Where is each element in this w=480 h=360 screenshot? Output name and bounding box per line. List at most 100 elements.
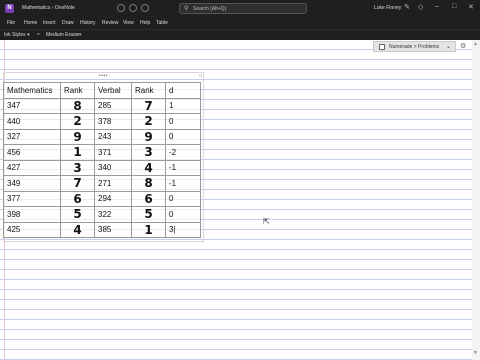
ink-styles-button[interactable]: Ink Styles ▾ <box>4 32 30 38</box>
cell-rank-verbal-handwritten[interactable]: 7 <box>131 97 166 114</box>
window-title: Mathematics › OneNote <box>22 5 75 11</box>
scroll-up-icon[interactable]: ▲ <box>473 41 478 47</box>
ribbon-tabs: File Home Insert Draw History Review Vie… <box>0 17 480 29</box>
table-header-row: Mathematics Rank Verbal Rank d <box>3 82 201 99</box>
numerade-checkbox[interactable] <box>379 44 385 50</box>
table-row: 377 6 294 6 0 <box>3 190 201 207</box>
search-placeholder: Search (Alt+Q) <box>193 6 227 12</box>
cell-verbal[interactable]: 385 <box>94 221 132 238</box>
tab-history[interactable]: History <box>80 20 96 26</box>
restore-icon[interactable]: □ <box>452 3 456 10</box>
cell-rank-math-handwritten[interactable]: 6 <box>60 190 95 207</box>
cell-rank-verbal-handwritten[interactable]: 9 <box>131 128 166 145</box>
header-mathematics[interactable]: Mathematics <box>3 82 61 99</box>
cell-math[interactable]: 398 <box>3 206 61 223</box>
cell-math[interactable]: 425 <box>3 221 61 238</box>
table-row: 427 3 340 4 -1 <box>3 159 201 176</box>
cell-d[interactable]: 3| <box>165 221 201 238</box>
numerade-panel[interactable]: Numerade > Problems ⌄ <box>373 41 456 52</box>
cell-verbal[interactable]: 243 <box>94 128 132 145</box>
cell-d[interactable]: 0 <box>165 206 201 223</box>
cell-math[interactable]: 440 <box>3 113 61 130</box>
rank-table[interactable]: Mathematics Rank Verbal Rank d 347 8 285… <box>3 82 201 238</box>
close-icon[interactable]: ✕ <box>468 3 474 11</box>
tab-review[interactable]: Review <box>102 20 118 26</box>
cell-rank-math-handwritten[interactable]: 9 <box>60 128 95 145</box>
minimize-icon[interactable]: – <box>435 3 439 10</box>
cell-d[interactable]: -2 <box>165 144 201 161</box>
tab-home[interactable]: Home <box>24 20 37 26</box>
table-row: 398 5 322 5 0 <box>3 206 201 223</box>
tab-insert[interactable]: Insert <box>43 20 56 26</box>
cell-math[interactable]: 327 <box>3 128 61 145</box>
header-d[interactable]: d <box>165 82 201 99</box>
eraser-icon[interactable]: ▫ <box>37 31 39 38</box>
cell-verbal[interactable]: 294 <box>94 190 132 207</box>
cell-verbal[interactable]: 322 <box>94 206 132 223</box>
search-icon: ⚲ <box>184 6 189 12</box>
cell-d[interactable]: 1 <box>165 97 201 114</box>
bell-icon[interactable]: ◇ <box>418 3 423 11</box>
cell-rank-math-handwritten[interactable]: 4 <box>60 221 95 238</box>
cell-rank-verbal-handwritten[interactable]: 6 <box>131 190 166 207</box>
cell-math[interactable]: 377 <box>3 190 61 207</box>
cell-math[interactable]: 349 <box>3 175 61 192</box>
cell-rank-verbal-handwritten[interactable]: 1 <box>131 221 166 238</box>
header-verbal[interactable]: Verbal <box>94 82 132 99</box>
cell-rank-math-handwritten[interactable]: 8 <box>60 97 95 114</box>
cell-verbal[interactable]: 285 <box>94 97 132 114</box>
onenote-app-icon: N <box>5 4 14 13</box>
table-row: 456 1 371 3 -2 <box>3 144 201 161</box>
cell-rank-verbal-handwritten[interactable]: 2 <box>131 113 166 130</box>
title-bar: N Mathematics › OneNote ⚲ Search (Alt+Q)… <box>0 0 480 17</box>
table-row: 327 9 243 9 0 <box>3 128 201 145</box>
numerade-label: Numerade > Problems <box>389 44 440 50</box>
tab-table[interactable]: Table <box>156 20 168 26</box>
cell-math[interactable]: 427 <box>3 159 61 176</box>
header-rank-math[interactable]: Rank <box>60 82 95 99</box>
back-icon[interactable] <box>117 4 125 12</box>
cell-rank-math-handwritten[interactable]: 1 <box>60 144 95 161</box>
expand-arrows-icon[interactable]: ‹› <box>199 73 202 79</box>
tab-help[interactable]: Help <box>140 20 150 26</box>
tab-draw[interactable]: Draw <box>62 20 74 26</box>
cell-rank-verbal-handwritten[interactable]: 8 <box>131 175 166 192</box>
undo-icon[interactable] <box>129 4 137 12</box>
scroll-down-icon[interactable]: ▼ <box>473 350 478 356</box>
cell-math[interactable]: 456 <box>3 144 61 161</box>
cell-d[interactable]: 0 <box>165 113 201 130</box>
cell-rank-verbal-handwritten[interactable]: 4 <box>131 159 166 176</box>
vertical-scrollbar[interactable] <box>472 40 480 360</box>
redo-icon[interactable] <box>141 4 149 12</box>
tab-file[interactable]: File <box>7 20 15 26</box>
cell-rank-verbal-handwritten[interactable]: 5 <box>131 206 166 223</box>
cell-rank-verbal-handwritten[interactable]: 3 <box>131 144 166 161</box>
cell-rank-math-handwritten[interactable]: 3 <box>60 159 95 176</box>
cell-d[interactable]: -1 <box>165 175 201 192</box>
draw-toolbar: Ink Styles ▾ ▫ Medium Eraser + <box>0 29 480 40</box>
cell-d[interactable]: 0 <box>165 128 201 145</box>
cell-verbal[interactable]: 271 <box>94 175 132 192</box>
cell-verbal[interactable]: 378 <box>94 113 132 130</box>
table-row: 440 2 378 2 0 <box>3 113 201 130</box>
cell-d[interactable]: -1 <box>165 159 201 176</box>
tab-view[interactable]: View <box>123 20 134 26</box>
cell-rank-math-handwritten[interactable]: 7 <box>60 175 95 192</box>
table-row: 349 7 271 8 -1 <box>3 175 201 192</box>
chevron-down-icon[interactable]: ⌄ <box>446 43 451 50</box>
cell-rank-math-handwritten[interactable]: 5 <box>60 206 95 223</box>
cell-math[interactable]: 347 <box>3 97 61 114</box>
search-input[interactable]: ⚲ Search (Alt+Q) <box>179 3 307 14</box>
header-rank-verbal[interactable]: Rank <box>131 82 166 99</box>
user-name[interactable]: Luke Finney <box>374 5 401 11</box>
cell-rank-math-handwritten[interactable]: 2 <box>60 113 95 130</box>
cell-d[interactable]: 0 <box>165 190 201 207</box>
table-row: 425 4 385 1 3| <box>3 221 201 238</box>
gear-icon[interactable]: ⚙ <box>460 42 466 50</box>
cell-verbal[interactable]: 371 <box>94 144 132 161</box>
medium-eraser-button[interactable]: Medium Eraser <box>46 32 80 38</box>
cell-verbal[interactable]: 340 <box>94 159 132 176</box>
add-tool-button[interactable]: + <box>79 32 82 38</box>
container-grip-icon[interactable]: •••• <box>99 74 108 79</box>
pen-icon[interactable]: ✎ <box>404 3 410 11</box>
